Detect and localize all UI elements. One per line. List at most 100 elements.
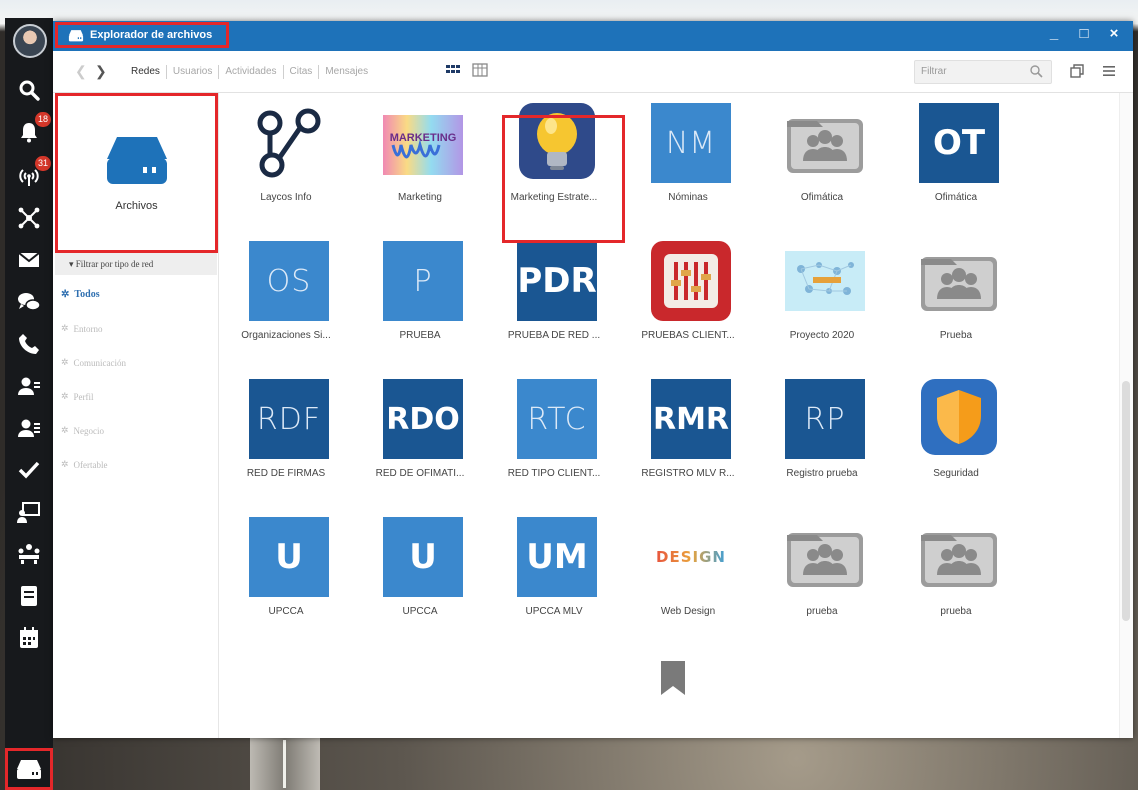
network-tile[interactable]: U UPCCA — [219, 507, 353, 635]
filter-type-label: Comunicación — [73, 357, 127, 368]
window-title-highlight: Explorador de archivos — [55, 22, 229, 48]
network-tile[interactable]: UM UPCCA MLV — [487, 507, 621, 635]
network-tile[interactable]: prueba — [889, 507, 1023, 635]
bookmark-icon[interactable] — [661, 661, 685, 695]
tile-abbreviation: P — [413, 263, 433, 299]
filter-type-comunicacion[interactable]: ✲ Comunicación — [61, 357, 126, 368]
filter-type-perfil[interactable]: ✲ Perfil — [61, 391, 94, 402]
side-dock: 18 31 — [5, 18, 53, 790]
network-icon: ✲ — [61, 289, 70, 300]
network-tile[interactable]: NM Nóminas — [621, 93, 755, 221]
tile-abbreviation: RDF — [256, 401, 322, 437]
dock-file-explorer-button[interactable] — [5, 748, 53, 790]
network-tile[interactable]: RDF RED DE FIRMAS — [219, 369, 353, 497]
filter-type-todos[interactable]: ✲ Todos — [61, 289, 100, 300]
network-tile[interactable]: Seguridad — [889, 369, 1023, 497]
filter-type-entorno[interactable]: ✲ Entorno — [61, 323, 103, 334]
pdr-abbreviation-icon: PDR — [517, 241, 597, 321]
dock-phone-button[interactable] — [5, 326, 53, 362]
filter-by-network-type-heading[interactable]: ▾ Filtrar por tipo de red — [55, 253, 217, 275]
network-tile[interactable]: U UPCCA — [353, 507, 487, 635]
tile-label: UPCCA — [402, 606, 438, 617]
network-tile[interactable]: PDR PRUEBA DE RED ... — [487, 231, 621, 359]
window-titlebar[interactable]: Explorador de archivos _ □ × — [53, 21, 1133, 51]
dock-search-button[interactable] — [5, 72, 53, 108]
network-tile[interactable]: MARKETING Marketing — [353, 93, 487, 221]
network-tile[interactable]: Proyecto 2020 — [755, 231, 889, 359]
tile-label: Nóminas — [668, 192, 708, 203]
archivos-card[interactable]: Archivos — [55, 93, 218, 253]
tile-abbreviation: NM — [665, 125, 717, 161]
tab-usuarios[interactable]: Usuarios — [167, 65, 220, 79]
tile-label: Seguridad — [933, 468, 979, 479]
table-view-icon[interactable] — [471, 62, 489, 78]
network-tile[interactable]: PRUEBAS CLIENT... — [621, 231, 755, 359]
tab-actividades[interactable]: Actividades — [219, 65, 284, 79]
network-tile[interactable]: DESIGN Web Design — [621, 507, 755, 635]
dock-networks-button[interactable] — [5, 200, 53, 236]
dock-broadcast-button[interactable]: 31 — [5, 156, 53, 194]
tile-label: prueba — [940, 606, 972, 617]
tile-label: PRUEBAS CLIENT... — [641, 330, 735, 341]
network-tile[interactable]: Prueba — [889, 231, 1023, 359]
scrollbar-thumb[interactable] — [1122, 381, 1130, 621]
dock-notebook-button[interactable] — [5, 578, 53, 614]
minimize-button[interactable]: _ — [1043, 25, 1065, 42]
network-tile[interactable]: RMR REGISTRO MLV R... — [621, 369, 755, 497]
rtc-abbreviation-icon: RTC — [517, 379, 597, 459]
tile-label: UPCCA MLV — [525, 606, 583, 617]
notebook-icon — [21, 586, 37, 606]
user-contacts-icon — [18, 377, 40, 395]
tile-abbreviation: RP — [804, 401, 846, 437]
network-tile[interactable]: RTC RED TIPO CLIENT... — [487, 369, 621, 497]
back-arrow-icon[interactable]: ❮ — [75, 63, 87, 80]
new-window-icon[interactable] — [1069, 63, 1085, 79]
user-avatar[interactable] — [13, 24, 47, 58]
tab-mensajes[interactable]: Mensajes — [319, 65, 374, 79]
network-tile[interactable]: OS Organizaciones Si... — [219, 231, 353, 359]
network-tile[interactable]: RDO RED DE OFIMATI... — [353, 369, 487, 497]
filter-type-label: Entorno — [73, 323, 103, 334]
shield-icon — [921, 379, 997, 455]
drive-icon — [17, 760, 41, 779]
tab-redes[interactable]: Redes — [125, 65, 167, 79]
tab-citas[interactable]: Citas — [284, 65, 320, 79]
network-tile[interactable]: Laycos Info — [219, 93, 353, 221]
dock-tasks-button[interactable] — [5, 452, 53, 488]
dock-mail-button[interactable] — [5, 242, 53, 278]
dock-notifications-button[interactable]: 18 — [5, 112, 53, 150]
network-tile[interactable]: P PRUEBA — [353, 231, 487, 359]
filter-type-negocio[interactable]: ✲ Negocio — [61, 425, 104, 436]
chat-icon — [18, 293, 41, 311]
menu-icon[interactable] — [1101, 63, 1117, 79]
dock-meetings-button[interactable] — [5, 536, 53, 572]
network-tile[interactable]: Ofimática — [755, 93, 889, 221]
dock-chat-button[interactable] — [5, 284, 53, 320]
tile-label: RED DE FIRMAS — [246, 468, 326, 479]
network-tile[interactable]: prueba — [755, 507, 889, 635]
search-icon[interactable] — [1029, 64, 1043, 78]
folder-people-icon — [919, 241, 999, 321]
u-abbreviation-icon: U — [249, 517, 329, 597]
dock-contacts-button[interactable] — [5, 368, 53, 404]
maximize-button[interactable]: □ — [1073, 25, 1095, 42]
file-explorer-window: Explorador de archivos _ □ × ❮ ❯ Redes U… — [53, 21, 1133, 738]
network-grid: Laycos Info MARKETING Marketing Marketin… — [219, 93, 1117, 738]
close-button[interactable]: × — [1103, 25, 1125, 42]
network-tile[interactable]: RP Registro prueba — [755, 369, 889, 497]
filter-type-ofertable[interactable]: ✲ Ofertable — [61, 459, 108, 470]
grid-view-icon[interactable] — [444, 62, 462, 78]
network-icon — [18, 207, 40, 229]
design-text-icon: DESIGN — [651, 517, 731, 597]
archivos-label: Archivos — [115, 200, 158, 212]
folder-people-icon — [785, 517, 865, 597]
dock-presentations-button[interactable] — [5, 494, 53, 530]
forward-arrow-icon[interactable]: ❯ — [95, 63, 107, 80]
network-tile[interactable]: OT Ofimática — [889, 93, 1023, 221]
dock-groups-button[interactable] — [5, 410, 53, 446]
filter-type-label: Todos — [74, 289, 100, 300]
dock-calendar-button[interactable] — [5, 620, 53, 656]
tile-label: Prueba — [939, 330, 973, 341]
share-network-icon — [249, 103, 329, 183]
desktop-road-line — [283, 740, 286, 788]
